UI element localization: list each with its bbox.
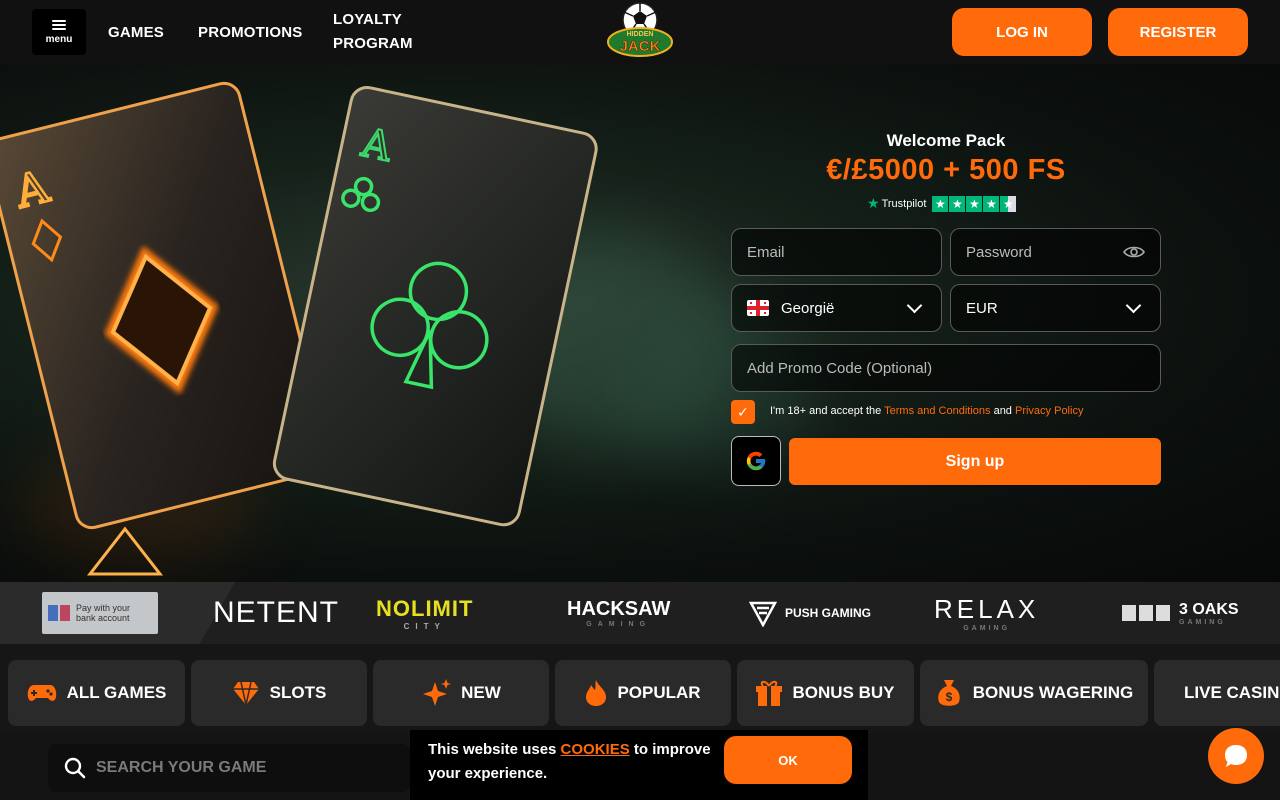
category-all-games-label: ALL GAMES [66,683,167,702]
password-field[interactable]: Password [950,228,1161,276]
provider-relax-name: RELAX [934,594,1040,624]
hamburger-icon [52,19,66,30]
terms-text: I'm 18+ and accept the Terms and Conditi… [770,405,1083,417]
search-placeholder: SEARCH YOUR GAME [96,759,267,776]
promo-code-field[interactable]: Add Promo Code (Optional) [731,344,1161,392]
provider-hacksaw-name: HACKSAW [567,598,671,620]
pay-badge-text: Pay with your bank account [76,603,131,623]
cookies-link[interactable]: COOKIES [561,741,630,758]
category-bonus-buy[interactable]: BONUS BUY [737,660,914,726]
svg-text:JACK: JACK [620,38,661,55]
top-navigation-bar: menu GAMES PROMOTIONS LOYALTY PROGRAM HI… [0,0,1280,64]
provider-netent[interactable]: NETENT [213,582,339,644]
category-bonus-buy-label: BONUS BUY [792,683,895,702]
money-bag-icon: $ [937,680,960,706]
flame-icon [586,680,607,706]
chevron-down-icon [906,297,923,313]
password-placeholder: Password [966,243,1032,261]
category-slots[interactable]: SLOTS [191,660,367,726]
terms-and: and [990,405,1015,417]
category-new-label: NEW [461,683,501,702]
hero-banner: A A Welcome Pack €/£5000 + 500 FS ★ Trus… [0,64,1280,582]
diamond-icon [232,681,259,706]
trustpilot-label: Trustpilot [881,197,927,210]
nav-promotions[interactable]: PROMOTIONS [198,0,303,64]
menu-button[interactable]: menu [32,9,86,55]
provider-relax[interactable]: RELAX GAMING [934,582,1039,644]
category-bonus-wagering[interactable]: $ BONUS WAGERING [920,660,1148,726]
terms-prefix: I'm 18+ and accept the [770,405,885,417]
category-all-games[interactable]: ALL GAMES [8,660,185,726]
cookie-banner: This website uses COOKIES to improve you… [410,730,868,800]
nav-loyalty-program[interactable]: LOYALTY PROGRAM [333,0,423,64]
welcome-title: Welcome Pack [886,131,1006,150]
provider-nolimit-sub: CITY [403,621,446,631]
age-terms-checkbox[interactable]: ✓ [731,400,755,424]
cookie-text-before: This website uses [428,741,561,758]
category-live-casino[interactable]: LIVE CASINO [1154,660,1280,726]
pay-by-bank-badge[interactable]: Pay with your bank account [42,592,158,634]
provider-netent-name: NETENT [213,596,339,629]
game-categories: ALL GAMES SLOTS NEW POPULAR BONUS BUY $ … [0,644,1280,734]
country-select[interactable]: Georgië [731,284,942,332]
provider-push-gaming-name: PUSH GAMING [785,606,872,620]
push-gaming-logo-icon [749,601,777,627]
provider-nolimit-city[interactable]: NOLIMIT CITY [376,582,473,644]
provider-hacksaw-sub: GAMING [586,621,652,628]
gift-icon [756,680,783,706]
category-popular-label: POPULAR [617,683,701,702]
google-signin-button[interactable] [731,436,781,486]
register-button[interactable]: REGISTER [1108,8,1248,56]
provider-3-oaks-sub: GAMING [1179,618,1226,626]
category-slots-label: SLOTS [269,683,327,702]
country-value: Georgië [781,299,835,317]
provider-hacksaw[interactable]: HACKSAW GAMING [567,582,670,644]
providers-strip: Pay with your bank account NETENT NOLIMI… [0,582,1280,644]
nav-games[interactable]: GAMES [108,0,164,64]
trustpilot-rating: ★ Trustpilot ★ ★ ★ ★ ★ [867,195,1017,212]
cookie-text: This website uses COOKIES to improve you… [428,738,718,786]
bank-icon [48,605,70,621]
eye-icon[interactable] [1123,245,1145,259]
provider-nolimit-name: NOLIMIT [376,595,474,621]
game-search-input[interactable]: SEARCH YOUR GAME [48,744,410,792]
signup-button[interactable]: Sign up [789,438,1161,485]
menu-label: menu [45,33,73,45]
privacy-link[interactable]: Privacy Policy [1015,405,1083,417]
login-button[interactable]: LOG IN [952,8,1092,56]
georgia-flag-icon [747,300,769,316]
category-popular[interactable]: POPULAR [555,660,731,726]
currency-value: EUR [966,299,998,317]
search-icon [64,757,86,779]
terms-link[interactable]: Terms and Conditions [884,405,990,417]
bonus-amount: €/£5000 + 500 FS [826,154,1066,186]
category-new[interactable]: NEW [373,660,549,726]
provider-push-gaming[interactable]: PUSH GAMING [749,582,871,644]
chat-bubble-icon [1225,745,1247,767]
trustpilot-star-icon: ★ [867,195,880,211]
3-oaks-logo-icon [1122,605,1170,621]
provider-relax-sub: GAMING [963,625,1011,632]
trustpilot-stars: ★ ★ ★ ★ ★ [932,195,1017,212]
google-icon [746,451,766,471]
category-live-casino-label: LIVE CASINO [1184,683,1280,702]
chevron-down-icon [1125,297,1142,313]
live-chat-button[interactable] [1208,728,1264,784]
provider-3-oaks[interactable]: 3 OAKS GAMING [1121,582,1239,644]
site-logo[interactable]: HIDDEN JACK [606,2,674,60]
provider-3-oaks-name: 3 OAKS [1179,600,1239,618]
svg-text:$: $ [945,690,952,704]
promo-placeholder: Add Promo Code (Optional) [747,359,933,377]
playing-cards-illustration: A A [0,81,598,576]
svg-text:HIDDEN: HIDDEN [627,31,654,38]
soccer-ball-logo-icon: HIDDEN JACK [607,2,673,57]
currency-select[interactable]: EUR [950,284,1161,332]
cookie-ok-button[interactable]: OK [724,736,852,784]
email-field[interactable]: Email [731,228,942,276]
gamepad-icon [27,685,56,701]
email-placeholder: Email [747,243,785,261]
sparkles-icon [423,679,452,706]
category-bonus-wagering-label: BONUS WAGERING [972,683,1134,702]
